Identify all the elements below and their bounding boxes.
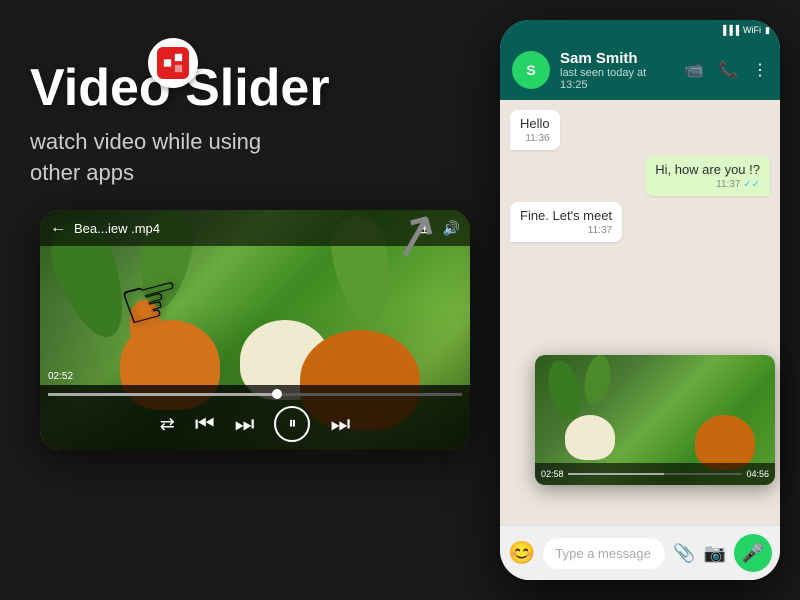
subtitle-line1: watch video while using	[30, 129, 261, 154]
video-call-icon[interactable]: 📹	[684, 60, 704, 80]
input-placeholder: Type a message	[555, 546, 650, 561]
back-button[interactable]: ←	[50, 219, 66, 237]
app-logo-icon	[162, 52, 184, 74]
status-bar: ▐▐▐ WiFi ▮	[500, 20, 780, 40]
attach-button[interactable]: 📎	[673, 543, 695, 564]
app-icon	[157, 47, 189, 79]
fv-leaf-1	[543, 357, 588, 423]
contact-avatar[interactable]: S	[512, 51, 550, 89]
camera-button[interactable]: 📷	[704, 543, 726, 564]
progress-thumb[interactable]	[272, 389, 282, 399]
video-controls-bar: ⇄ ⏮ ⏭ ⏸ ⏭	[40, 385, 470, 450]
floating-video-player[interactable]: 02:58 04:56	[535, 355, 775, 485]
prev-step-button[interactable]: ⏭	[235, 411, 255, 437]
fv-leaf-2	[581, 355, 614, 407]
portrait-phone: ▐▐▐ WiFi ▮ S Sam Smith last seen today a…	[500, 20, 780, 580]
emoji-button[interactable]: 😊	[508, 540, 535, 566]
wifi-icon: WiFi	[743, 25, 761, 35]
more-options-icon[interactable]: ⋮	[752, 60, 768, 80]
avatar-initials: S	[526, 62, 535, 78]
chat-header: S Sam Smith last seen today at 13:25 📹 📞…	[500, 40, 780, 100]
fv-time-current: 02:58	[541, 469, 564, 479]
video-time-current: 02:52	[48, 371, 73, 382]
controls-row: ⇄ ⏮ ⏭ ⏸ ⏭	[40, 406, 470, 442]
play-pause-button[interactable]: ⏸	[274, 406, 310, 442]
pause-icon: ⏸	[288, 415, 296, 433]
message-text-1: Hello	[520, 116, 550, 131]
subtitle: watch video while using other apps	[30, 127, 330, 189]
phone-call-icon[interactable]: 📞	[718, 60, 738, 80]
message-input[interactable]: Type a message	[543, 538, 665, 569]
message-bubble-sent-1: Hi, how are you !? 11:37 ✓✓	[645, 156, 770, 196]
mic-icon: 🎤	[742, 543, 764, 564]
header-action-icons: 📹 📞 ⋮	[684, 60, 768, 80]
contact-info: Sam Smith last seen today at 13:25	[560, 50, 674, 91]
message-input-bar: 😊 Type a message 📎 📷 🎤	[500, 525, 780, 580]
volume-icon[interactable]: 🔊	[443, 220, 460, 237]
whatsapp-screen: ▐▐▐ WiFi ▮ S Sam Smith last seen today a…	[500, 20, 780, 580]
battery-icon: ▮	[765, 25, 770, 36]
message-bubble-received-1: Hello 11:36	[510, 110, 560, 150]
subtitle-line2: other apps	[30, 160, 134, 185]
fv-progress-fill	[568, 473, 664, 475]
message-time-1: 11:36	[520, 133, 550, 144]
fv-cat-2	[695, 415, 755, 470]
next-button[interactable]: ⏭	[330, 411, 350, 437]
fv-progress-bar[interactable]	[568, 473, 743, 475]
progress-fill	[48, 393, 276, 396]
contact-name: Sam Smith	[560, 50, 674, 67]
signal-icon: ▐▐▐	[720, 25, 739, 35]
shuffle-button[interactable]: ⇄	[160, 414, 175, 435]
fv-time-total: 04:56	[746, 469, 769, 479]
message-time-2: 11:37 ✓✓	[655, 179, 760, 190]
prev-track-button[interactable]: ⏮	[195, 411, 215, 437]
message-text-2: Hi, how are you !?	[655, 162, 760, 177]
floating-video-controls: 02:58 04:56	[535, 463, 775, 485]
fv-cat-1	[565, 415, 615, 460]
mic-button[interactable]: 🎤	[734, 534, 772, 572]
message-text-3: Fine. Let's meet	[520, 208, 612, 223]
read-check-icon: ✓✓	[743, 179, 760, 190]
video-title: Bea...iew .mp4	[74, 221, 411, 236]
app-icon-overlay[interactable]	[148, 38, 198, 88]
progress-bar[interactable]	[48, 393, 462, 396]
message-time-3: 11:37	[520, 225, 612, 236]
last-seen-text: last seen today at 13:25	[560, 67, 674, 91]
message-bubble-received-2: Fine. Let's meet 11:37	[510, 202, 622, 242]
